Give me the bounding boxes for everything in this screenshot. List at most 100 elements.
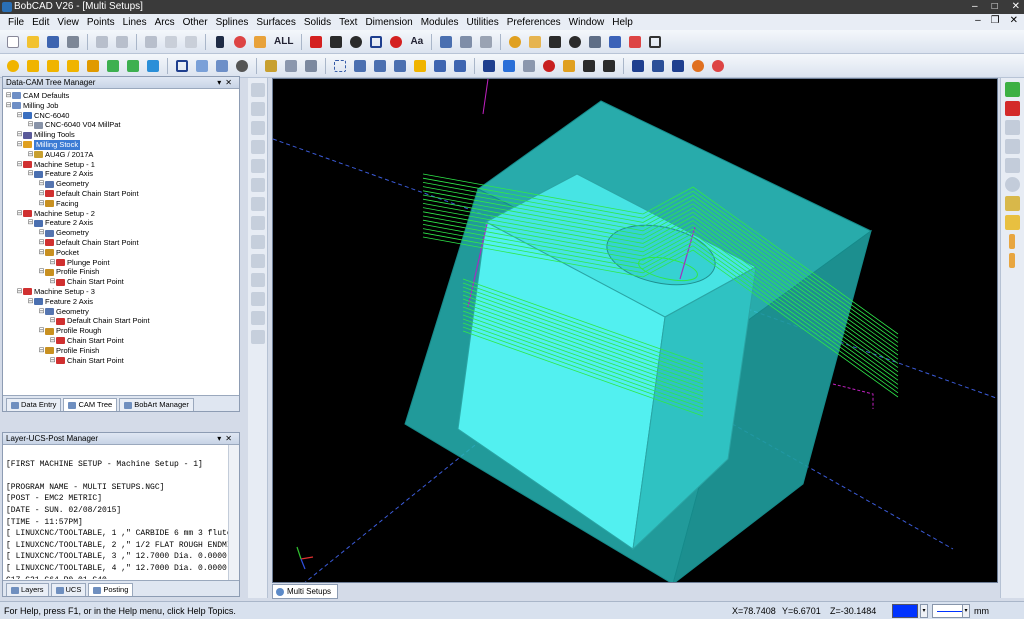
- copy-button[interactable]: [162, 33, 180, 51]
- menu-text[interactable]: Text: [335, 17, 361, 28]
- new-file-button[interactable]: [4, 33, 22, 51]
- tree-item[interactable]: ⊟ Milling Job: [5, 101, 239, 111]
- offset-icon[interactable]: [251, 178, 265, 192]
- doc-close-icon[interactable]: ✕: [1010, 15, 1018, 26]
- join-icon[interactable]: [251, 330, 265, 344]
- pencil-icon[interactable]: [1005, 215, 1020, 230]
- render-button[interactable]: [689, 57, 707, 75]
- tree-item[interactable]: ⊟ Profile Rough: [5, 326, 239, 336]
- trim-icon[interactable]: [251, 140, 265, 154]
- axis-button[interactable]: [606, 33, 624, 51]
- tab-ucs[interactable]: UCS: [50, 583, 87, 596]
- menu-modules[interactable]: Modules: [417, 17, 463, 28]
- wireframe-button[interactable]: [173, 57, 191, 75]
- tree-item[interactable]: ⊟ Milling Stock: [5, 139, 239, 150]
- snap-tangent-button[interactable]: [451, 57, 469, 75]
- menu-dimension[interactable]: Dimension: [361, 17, 416, 28]
- tab-bobart-manager[interactable]: BobArt Manager: [119, 398, 194, 411]
- cam-simulate-button[interactable]: [580, 57, 598, 75]
- expand-toggle-icon[interactable]: ⊟: [16, 209, 23, 219]
- calendar-icon[interactable]: [1005, 196, 1020, 211]
- paste-button[interactable]: [182, 33, 200, 51]
- target-icon[interactable]: [1005, 177, 1020, 192]
- menu-arcs[interactable]: Arcs: [151, 17, 179, 28]
- nc-code-listing[interactable]: [FIRST MACHINE SETUP - Machine Setup - 1…: [3, 445, 239, 579]
- menu-utilities[interactable]: Utilities: [463, 17, 503, 28]
- undo-button[interactable]: [93, 33, 111, 51]
- cam-verify-button[interactable]: [600, 57, 618, 75]
- menu-points[interactable]: Points: [83, 17, 119, 28]
- draw-line-icon[interactable]: [251, 83, 265, 97]
- menu-view[interactable]: View: [53, 17, 83, 28]
- tree-item[interactable]: ⊟ Feature 2 Axis: [5, 297, 239, 307]
- surface-button[interactable]: [213, 57, 231, 75]
- zoom-button[interactable]: [506, 33, 524, 51]
- expand-toggle-icon[interactable]: ⊟: [38, 326, 45, 336]
- expand-toggle-icon[interactable]: ⊟: [38, 267, 45, 277]
- delete-button[interactable]: [142, 33, 160, 51]
- extend-icon[interactable]: [251, 159, 265, 173]
- visibility-button[interactable]: [233, 57, 251, 75]
- tree-item[interactable]: ⊟ Chain Start Point: [5, 277, 239, 287]
- tree-item[interactable]: ⊟ Feature 2 Axis: [5, 218, 239, 228]
- menu-lines[interactable]: Lines: [119, 17, 151, 28]
- menu-help[interactable]: Help: [608, 17, 637, 28]
- select-button[interactable]: [211, 33, 229, 51]
- cone-button[interactable]: [44, 57, 62, 75]
- tab-multi-setups[interactable]: Multi Setups: [272, 584, 339, 599]
- rotate-view-button[interactable]: [566, 33, 584, 51]
- rectangle-button[interactable]: [367, 33, 385, 51]
- tree-item[interactable]: ⊟ CAM Defaults: [5, 91, 239, 101]
- chamfer-icon[interactable]: [251, 216, 265, 230]
- expand-toggle-icon[interactable]: ⊟: [38, 307, 45, 317]
- expand-toggle-icon[interactable]: ⊟: [49, 258, 56, 268]
- sphere-button[interactable]: [4, 57, 22, 75]
- vertical-scrollbar[interactable]: [228, 445, 239, 581]
- hatch-button[interactable]: [477, 33, 495, 51]
- layer-button[interactable]: [262, 57, 280, 75]
- expand-toggle-icon[interactable]: ⊟: [49, 277, 56, 287]
- expand-toggle-icon[interactable]: ⊟: [38, 228, 45, 238]
- tree-item[interactable]: ⊟ Machine Setup - 1: [5, 160, 239, 170]
- tree-item[interactable]: ⊟ Pocket: [5, 248, 239, 258]
- redo-button[interactable]: [113, 33, 131, 51]
- torus-button[interactable]: [84, 57, 102, 75]
- layer-color-button[interactable]: [307, 33, 325, 51]
- box-button[interactable]: [64, 57, 82, 75]
- cam-tool-button[interactable]: [520, 57, 538, 75]
- print-button[interactable]: [64, 33, 82, 51]
- tree-item[interactable]: ⊟ Default Chain Start Point: [5, 238, 239, 248]
- menu-preferences[interactable]: Preferences: [503, 17, 565, 28]
- expand-toggle-icon[interactable]: ⊟: [49, 336, 56, 346]
- expand-toggle-icon[interactable]: ⊟: [27, 150, 34, 160]
- plane-button[interactable]: [282, 57, 300, 75]
- open-file-button[interactable]: [24, 33, 42, 51]
- tab-posting[interactable]: Posting: [88, 583, 134, 596]
- expand-toggle-icon[interactable]: ⊟: [16, 111, 23, 121]
- tree-item[interactable]: ⊟ Geometry: [5, 307, 239, 317]
- dimension-vertical-icon[interactable]: [1009, 253, 1015, 268]
- extrude-button[interactable]: [104, 57, 122, 75]
- expand-toggle-icon[interactable]: ⊟: [49, 316, 56, 326]
- tree-item[interactable]: ⊟ Feature 2 Axis: [5, 169, 239, 179]
- select-all-button[interactable]: ALL: [271, 36, 296, 47]
- close-icon[interactable]: ✕: [1012, 0, 1020, 14]
- tree-item[interactable]: ⊟ Geometry: [5, 179, 239, 189]
- snap-intersect-button[interactable]: [411, 57, 429, 75]
- snap-grid-button[interactable]: [331, 57, 349, 75]
- spline-button[interactable]: [387, 33, 405, 51]
- expand-toggle-icon[interactable]: ⊟: [38, 346, 45, 356]
- fillet-icon[interactable]: [251, 197, 265, 211]
- expand-toggle-icon[interactable]: ⊟: [38, 199, 45, 209]
- draw-circle-icon[interactable]: [251, 121, 265, 135]
- expand-toggle-icon[interactable]: ⊟: [49, 356, 56, 366]
- expand-toggle-icon[interactable]: ⊟: [16, 130, 23, 140]
- material-button[interactable]: [709, 57, 727, 75]
- array-button[interactable]: [669, 57, 687, 75]
- scale-icon[interactable]: [251, 292, 265, 306]
- tree-item[interactable]: ⊟ Profile Finish: [5, 267, 239, 277]
- expand-toggle-icon[interactable]: ⊟: [27, 297, 34, 307]
- menu-solids[interactable]: Solids: [300, 17, 335, 28]
- pen-button[interactable]: [327, 33, 345, 51]
- expand-toggle-icon[interactable]: ⊟: [16, 140, 23, 150]
